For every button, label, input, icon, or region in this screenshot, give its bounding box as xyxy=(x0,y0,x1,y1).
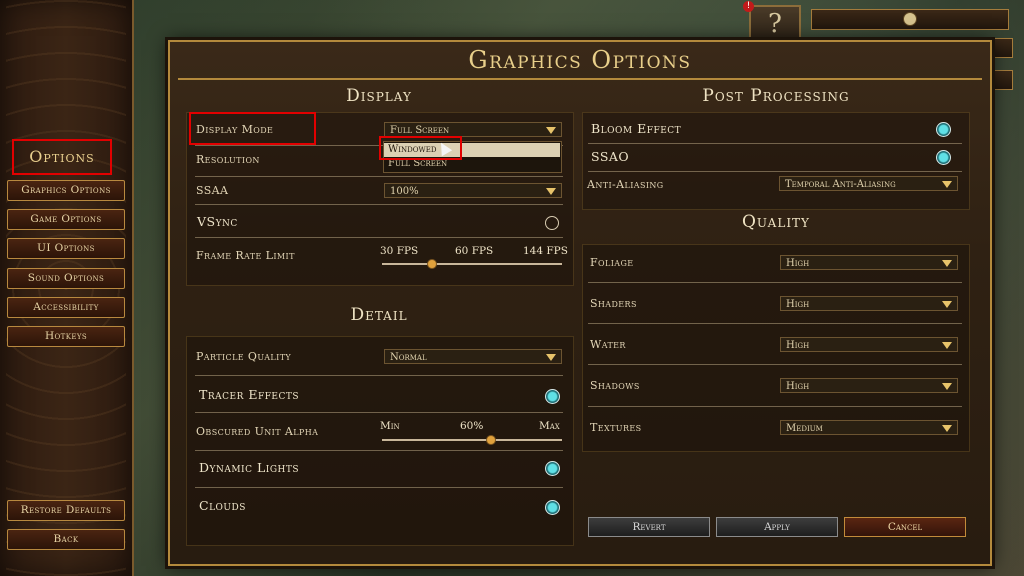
display-section-title: Display xyxy=(346,86,412,106)
particle-quality-value: Normal xyxy=(390,352,427,363)
frame-rate-track[interactable] xyxy=(382,263,562,265)
vsync-label: VSync xyxy=(197,214,238,229)
anti-aliasing-value: Temporal Anti-Aliasing xyxy=(785,179,896,190)
shaders-dropdown[interactable]: High xyxy=(780,296,958,311)
bloom-toggle[interactable] xyxy=(936,122,951,137)
shaders-value: High xyxy=(786,299,810,310)
shaders-label: Shaders xyxy=(590,297,637,310)
water-value: High xyxy=(786,340,810,351)
restore-defaults-button[interactable]: Restore Defaults xyxy=(7,500,125,521)
anti-aliasing-dropdown[interactable]: Temporal Anti-Aliasing xyxy=(779,176,958,191)
obscured-alpha-slider-handle[interactable] xyxy=(486,435,496,445)
bloom-label: Bloom Effect xyxy=(591,121,682,136)
cancel-button[interactable]: Cancel xyxy=(844,517,966,537)
chevron-down-icon xyxy=(942,383,952,390)
clouds-toggle[interactable] xyxy=(545,500,560,515)
frame-rate-max: 144 FPS xyxy=(523,245,568,257)
title-divider xyxy=(178,78,982,80)
detail-group xyxy=(186,336,574,546)
anti-aliasing-label: Anti-Aliasing xyxy=(587,178,664,191)
shadows-label: Shadows xyxy=(590,379,640,392)
display-mode-dropdown[interactable]: Full Screen xyxy=(384,122,562,137)
tracer-effects-toggle[interactable] xyxy=(545,389,560,404)
user-icon xyxy=(903,12,917,26)
water-label: Water xyxy=(590,338,626,351)
apply-button[interactable]: Apply xyxy=(716,517,838,537)
sidebar-item-hotkeys[interactable]: Hotkeys xyxy=(7,326,125,347)
row-divider xyxy=(195,412,563,413)
options-sidebar: Options Graphics Options Game Options UI… xyxy=(0,0,134,576)
textures-dropdown[interactable]: Medium xyxy=(780,420,958,435)
particle-quality-label: Particle Quality xyxy=(196,350,292,363)
sidebar-item-accessibility[interactable]: Accessibility xyxy=(7,297,125,318)
row-divider xyxy=(588,171,962,172)
textures-label: Textures xyxy=(590,421,642,434)
row-divider xyxy=(195,375,563,376)
row-divider xyxy=(588,143,962,144)
row-divider xyxy=(195,176,563,177)
options-title: Options xyxy=(12,139,112,175)
row-divider xyxy=(195,450,563,451)
ssao-label: SSAO xyxy=(591,149,630,164)
ssao-toggle[interactable] xyxy=(936,150,951,165)
ssaa-label: SSAA xyxy=(196,184,229,197)
chevron-down-icon xyxy=(942,425,952,432)
sidebar-item-ui-options[interactable]: UI Options xyxy=(7,238,125,259)
chevron-down-icon xyxy=(546,127,556,134)
chevron-down-icon xyxy=(942,260,952,267)
obscured-alpha-track[interactable] xyxy=(382,439,562,441)
display-mode-highlight xyxy=(189,112,316,145)
chevron-down-icon xyxy=(546,354,556,361)
foliage-value: High xyxy=(786,258,810,269)
dynamic-lights-toggle[interactable] xyxy=(545,461,560,476)
chevron-down-icon xyxy=(546,188,556,195)
foliage-label: Foliage xyxy=(590,256,634,269)
post-processing-section-title: Post Processing xyxy=(702,86,850,106)
revert-button[interactable]: Revert xyxy=(588,517,710,537)
row-divider xyxy=(588,323,962,324)
sidebar-item-graphics-options[interactable]: Graphics Options xyxy=(7,180,125,201)
ssaa-value: 100% xyxy=(390,186,419,197)
row-divider xyxy=(195,237,563,238)
chevron-down-icon xyxy=(942,301,952,308)
detail-section-title: Detail xyxy=(350,305,408,325)
row-divider xyxy=(195,487,563,488)
obscured-alpha-value: 60% xyxy=(460,420,484,432)
tracer-effects-label: Tracer Effects xyxy=(199,387,300,402)
frame-rate-value: 60 FPS xyxy=(455,245,494,257)
alert-badge: ! xyxy=(743,1,754,12)
frame-rate-label: Frame Rate Limit xyxy=(196,249,295,262)
row-divider xyxy=(588,282,962,283)
sidebar-item-game-options[interactable]: Game Options xyxy=(7,209,125,230)
resolution-label: Resolution xyxy=(196,153,260,166)
sidebar-item-sound-options[interactable]: Sound Options xyxy=(7,268,125,289)
textures-value: Medium xyxy=(786,423,823,434)
clouds-label: Clouds xyxy=(199,498,246,513)
row-divider xyxy=(588,364,962,365)
quality-section-title: Quality xyxy=(742,212,810,232)
shadows-value: High xyxy=(786,381,810,392)
dynamic-lights-label: Dynamic Lights xyxy=(199,460,300,475)
chevron-down-icon xyxy=(942,181,952,188)
help-button[interactable]: ? xyxy=(749,5,801,44)
frame-rate-slider-handle[interactable] xyxy=(426,259,437,269)
display-mode-value: Full Screen xyxy=(390,125,450,136)
back-button[interactable]: Back xyxy=(7,529,125,550)
row-divider xyxy=(588,406,962,407)
frame-rate-min: 30 FPS xyxy=(380,245,419,257)
obscured-alpha-label: Obscured Unit Alpha xyxy=(196,425,319,438)
shadows-dropdown[interactable]: High xyxy=(780,378,958,393)
vsync-toggle[interactable] xyxy=(545,216,559,230)
obscured-alpha-max: Max xyxy=(539,420,560,432)
panel-title: Graphics Options xyxy=(468,46,692,74)
row-divider xyxy=(195,204,563,205)
ssaa-dropdown[interactable]: 100% xyxy=(384,183,562,198)
chevron-down-icon xyxy=(942,342,952,349)
particle-quality-dropdown[interactable]: Normal xyxy=(384,349,562,364)
water-dropdown[interactable]: High xyxy=(780,337,958,352)
foliage-dropdown[interactable]: High xyxy=(780,255,958,270)
obscured-alpha-min: Min xyxy=(380,420,400,432)
